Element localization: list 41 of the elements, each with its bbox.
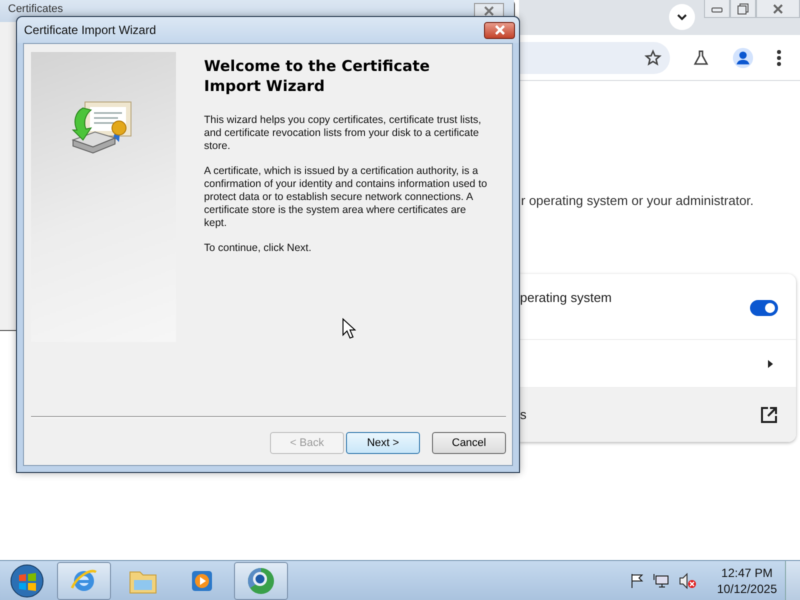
toggle-switch[interactable]	[750, 300, 778, 316]
close-icon	[494, 25, 506, 35]
flask-icon[interactable]	[692, 48, 710, 66]
mouse-cursor-icon	[342, 318, 356, 339]
page-text: r operating system or your administrator.	[521, 193, 754, 208]
arrow-right-icon	[766, 358, 774, 368]
dialog-button[interactable]: Next >	[346, 432, 420, 454]
bookmark-star-icon[interactable]	[644, 48, 662, 66]
tab-search-button[interactable]	[669, 4, 695, 30]
clock-date: 10/12/2025	[716, 580, 777, 596]
wizard-paragraph: A certificate, which is issued by a certification authority, is a confirmation of your identity and contains information used to protect data or to establish secure network connections. A certificate store is the system area where certificates are kept.	[204, 165, 488, 230]
address-bar[interactable]	[519, 42, 670, 74]
close-button[interactable]	[756, 0, 800, 18]
close-icon	[772, 2, 784, 14]
wizard-heading: Welcome to the Certificate Import Wizard	[204, 56, 431, 96]
setting-label: s	[519, 407, 526, 422]
window-title: Certificates	[8, 3, 64, 15]
external-link-icon	[760, 406, 778, 424]
clock[interactable]: 12:47 PM 10/12/2025	[716, 564, 777, 596]
wizard-paragraph: This wizard helps you copy certificates, certificate trust lists, and certificate revocation lists from your disk to a certificate store.	[204, 114, 482, 153]
restore-button[interactable]	[730, 0, 756, 18]
taskbar-app-button[interactable]	[57, 562, 111, 600]
more-menu-icon[interactable]	[776, 48, 782, 66]
window-title: Certificate Import Wizard	[24, 23, 156, 37]
flag-icon[interactable]	[628, 572, 645, 588]
close-icon	[483, 6, 495, 16]
wizard-paragraph: To continue, click Next.	[204, 242, 312, 255]
taskbar-app-button[interactable]	[234, 562, 288, 600]
chevron-down-icon	[676, 13, 688, 21]
restore-icon	[737, 2, 749, 14]
clock-time: 12:47 PM	[721, 564, 773, 580]
start-button[interactable]	[9, 562, 45, 598]
close-button[interactable]	[484, 22, 515, 38]
network-icon[interactable]	[652, 572, 671, 588]
speaker-muted-icon[interactable]	[678, 572, 697, 588]
minimize-icon	[711, 4, 723, 12]
minimize-button[interactable]	[704, 0, 730, 18]
settings-row[interactable]: s	[519, 388, 796, 442]
profile-avatar-icon[interactable]	[732, 46, 754, 68]
dialog-button[interactable]: Cancel	[432, 432, 506, 454]
setting-label: perating system	[519, 290, 612, 305]
